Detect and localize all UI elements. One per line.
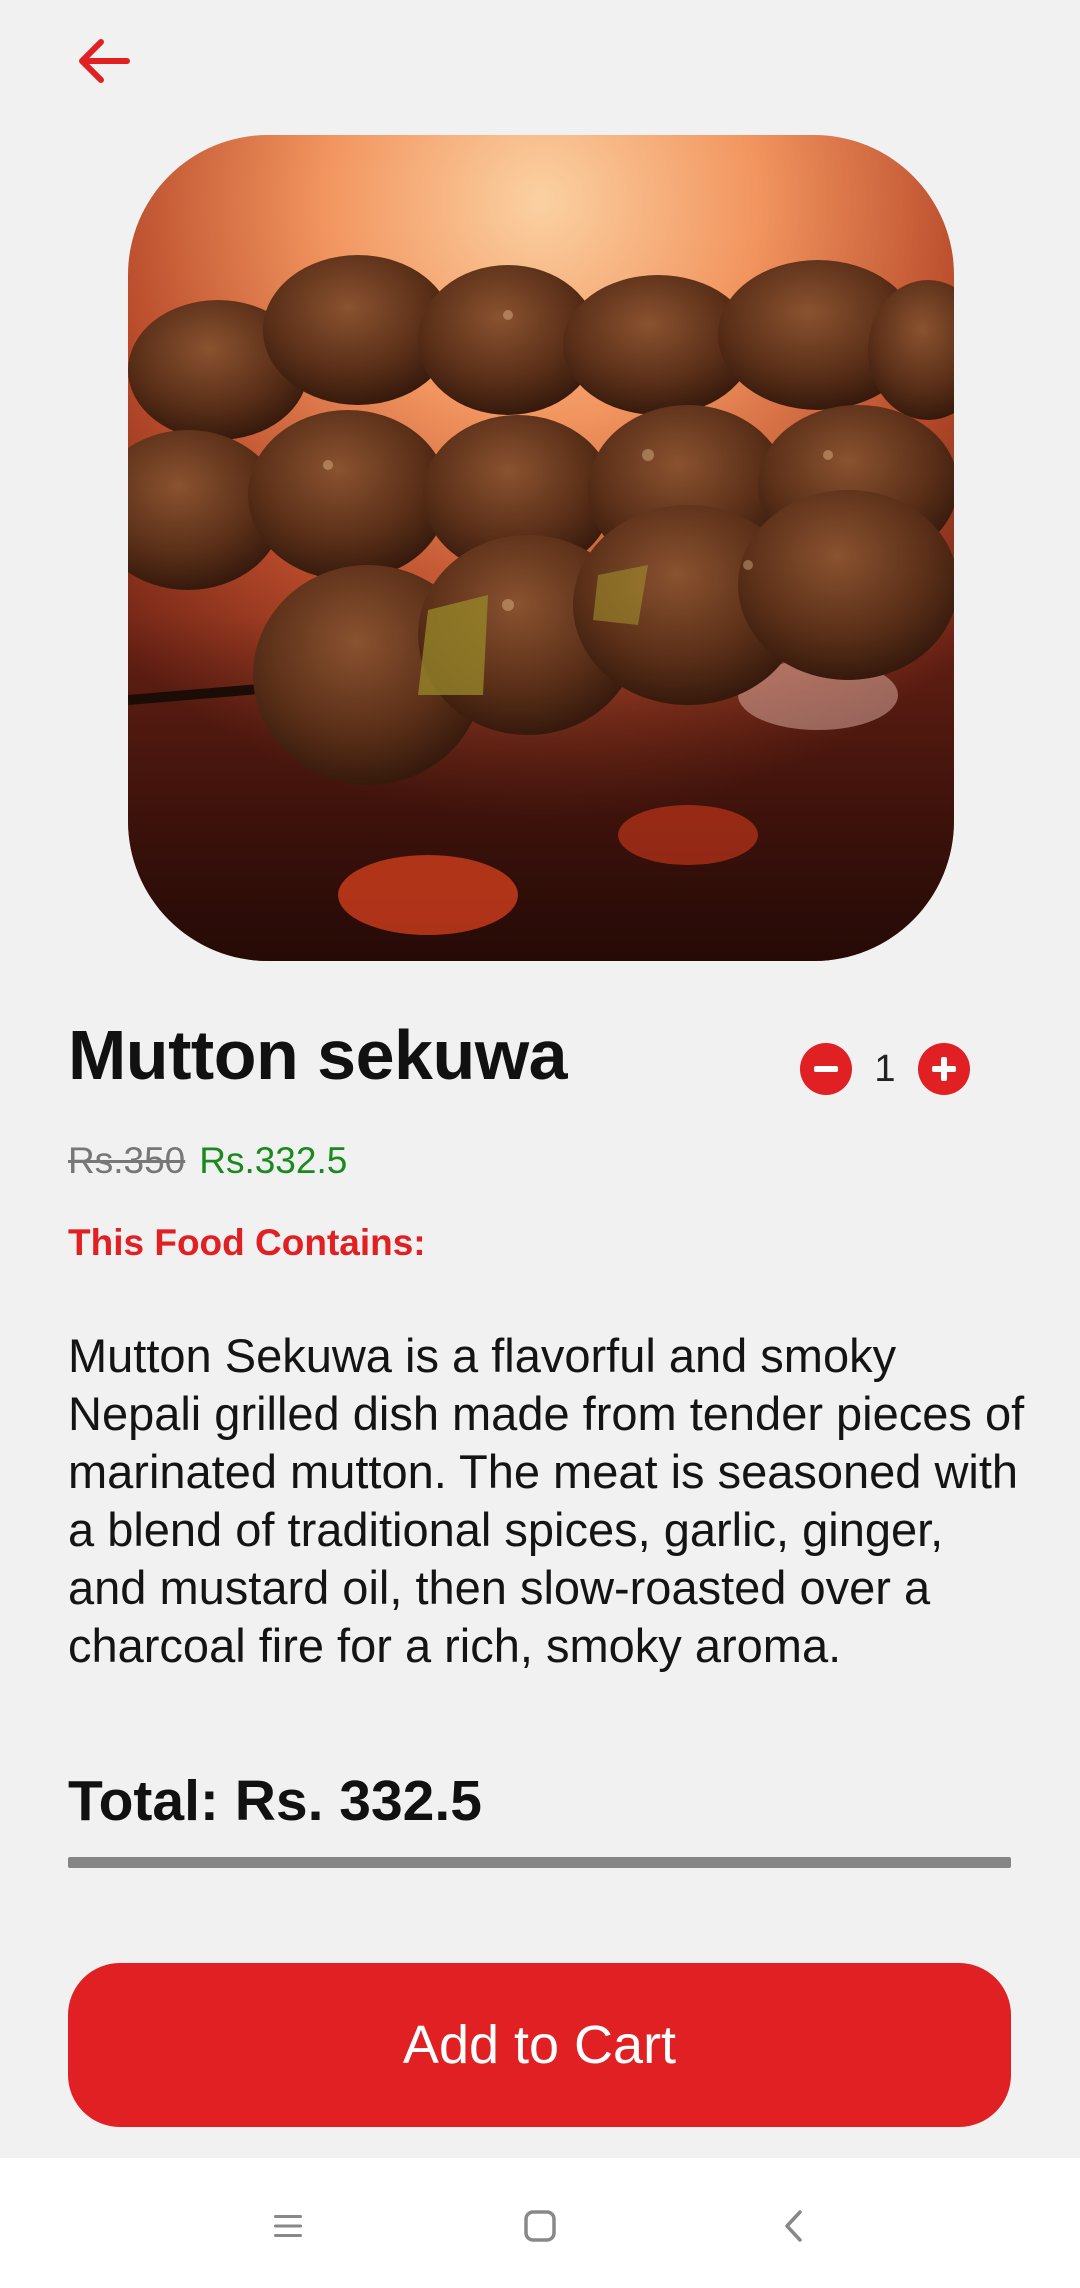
discounted-price: Rs.332.5 (199, 1140, 348, 1181)
system-back-button[interactable] (764, 2196, 824, 2256)
menu-icon (274, 2215, 302, 2237)
divider (68, 1857, 1011, 1868)
home-icon (524, 2210, 556, 2242)
plus-icon (932, 1057, 956, 1081)
product-image (128, 135, 954, 961)
increase-quantity-button[interactable] (918, 1043, 970, 1095)
arrow-left-icon (79, 39, 130, 83)
back-icon (785, 2210, 802, 2242)
decrease-quantity-button[interactable] (800, 1043, 852, 1095)
recent-apps-button[interactable] (258, 2196, 318, 2256)
original-price: Rs.350 (68, 1140, 186, 1181)
product-name: Mutton sekuwa (68, 1016, 568, 1094)
home-button[interactable] (510, 2196, 570, 2256)
system-navigation-bar (0, 2158, 1080, 2288)
contains-heading: This Food Contains: (68, 1222, 426, 1263)
price-row: Rs.350 Rs.332.5 (68, 1140, 347, 1182)
total-price: Total: Rs. 332.5 (68, 1769, 482, 1833)
quantity-value: 1 (874, 1047, 896, 1090)
product-description: Mutton Sekuwa is a flavorful and smoky N… (68, 1329, 1025, 1672)
minus-icon (814, 1066, 838, 1072)
quantity-stepper: 1 (800, 1043, 970, 1095)
back-button[interactable] (70, 28, 136, 94)
add-to-cart-button[interactable]: Add to Cart (68, 1963, 1011, 2127)
